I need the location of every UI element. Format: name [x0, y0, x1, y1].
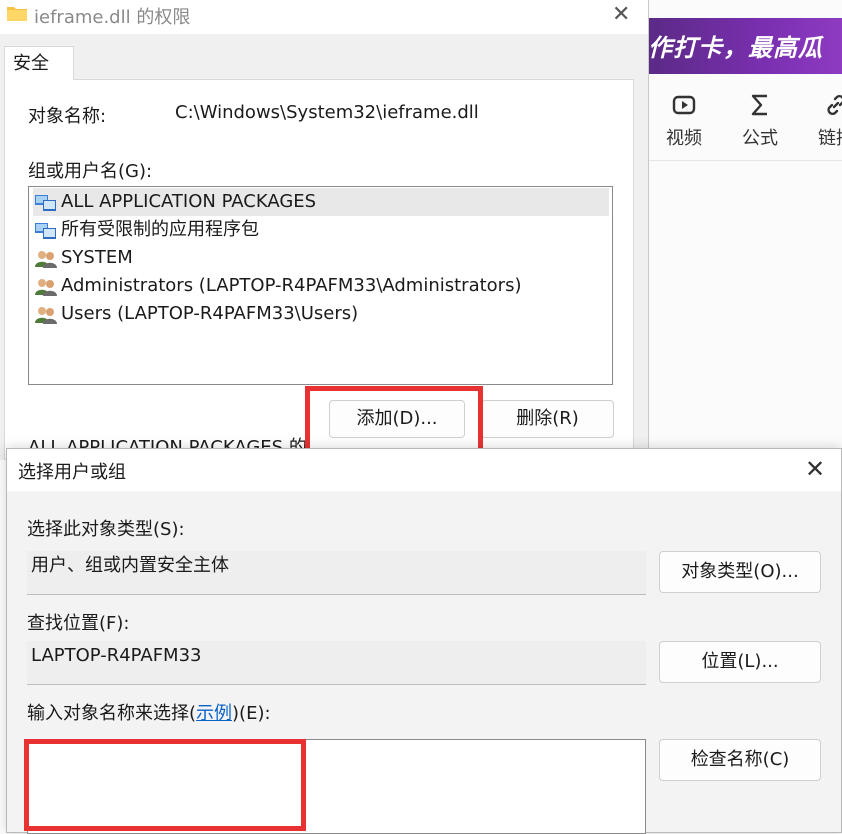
tool-formula-label: 公式 [742, 128, 778, 149]
object-type-field: 用户、组或内置安全主体 [27, 551, 646, 595]
package-group-icon [35, 193, 57, 211]
permissions-title-bar[interactable]: ieframe.dll 的权限 ✕ [0, 0, 648, 34]
tool-link-label: 链接 [818, 128, 842, 149]
list-item-label: Users (LAPTOP-R4PAFM33\Users) [61, 303, 359, 324]
list-item[interactable]: SYSTEM [33, 244, 609, 272]
list-item[interactable]: ALL APPLICATION PACKAGES [33, 188, 609, 216]
tool-video-label: 视频 [666, 128, 702, 149]
users-icon [35, 277, 57, 296]
list-item-label: ALL APPLICATION PACKAGES [61, 191, 317, 212]
object-name-value: C:\Windows\System32\ieframe.dll [175, 102, 479, 123]
folder-icon [6, 5, 28, 22]
divider [648, 160, 842, 161]
permissions-for-label: ALL APPLICATION PACKAGES 的 [28, 437, 307, 448]
tab-security[interactable]: 安全 [4, 46, 74, 80]
examples-link[interactable]: 示例 [196, 703, 232, 724]
enter-names-label-prefix: 输入对象名称来选择( [27, 703, 197, 724]
list-item-label: SYSTEM [61, 247, 133, 268]
list-item-label: 所有受限制的应用程序包 [61, 219, 259, 240]
list-item-label: Administrators (LAPTOP-R4PAFM33\Administ… [61, 275, 522, 296]
dialog-title-bar[interactable]: 选择用户或组 ✕ [7, 449, 841, 491]
locations-button[interactable]: 位置(L)... [659, 641, 821, 683]
link-icon [806, 92, 842, 118]
banner-text: 作打卡，最高瓜 [648, 34, 823, 62]
package-group-icon [35, 221, 57, 239]
list-item[interactable]: Administrators (LAPTOP-R4PAFM33\Administ… [33, 272, 609, 300]
formula-icon [730, 92, 790, 118]
list-item[interactable]: Users (LAPTOP-R4PAFM33\Users) [33, 300, 609, 328]
users-icon [35, 249, 57, 268]
location-label: 查找位置(F): [27, 613, 130, 634]
object-type-label: 选择此对象类型(S): [27, 519, 185, 540]
close-icon[interactable]: ✕ [612, 2, 630, 27]
tool-formula[interactable]: 公式 [730, 92, 790, 150]
video-icon [654, 92, 714, 118]
location-field: LAPTOP-R4PAFM33 [27, 641, 646, 685]
groups-list[interactable]: ALL APPLICATION PACKAGES 所有受限制的应用程序包 SYS… [28, 186, 613, 385]
dialog-title: 选择用户或组 [18, 462, 126, 483]
users-icon [35, 305, 57, 324]
permissions-title: ieframe.dll 的权限 [34, 7, 191, 28]
object-types-button[interactable]: 对象类型(O)... [659, 551, 821, 593]
promo-banner[interactable]: 作打卡，最高瓜 [648, 18, 842, 74]
tool-video[interactable]: 视频 [654, 92, 714, 150]
list-item[interactable]: 所有受限制的应用程序包 [33, 216, 609, 244]
groups-label: 组或用户名(G): [28, 161, 153, 182]
close-icon[interactable]: ✕ [805, 455, 825, 483]
check-names-button[interactable]: 检查名称(C) [659, 739, 821, 781]
remove-button[interactable]: 删除(R) [481, 400, 614, 438]
object-name-label: 对象名称: [28, 106, 107, 127]
tool-link[interactable]: 链接 [806, 92, 842, 150]
enter-names-label-suffix: )(E): [232, 703, 271, 724]
highlight-box-input [24, 739, 306, 831]
enter-names-label: 输入对象名称来选择(示例)(E): [27, 699, 271, 725]
